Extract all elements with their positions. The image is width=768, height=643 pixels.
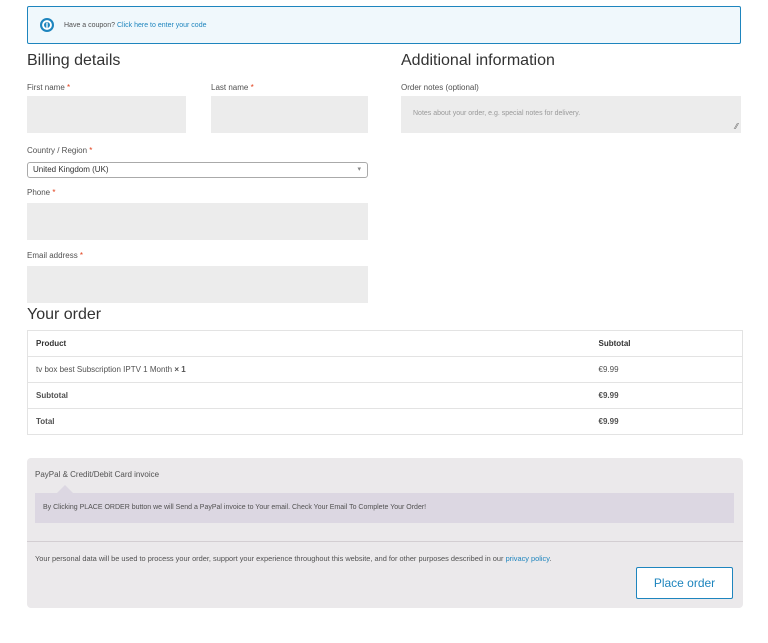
country-select[interactable]: United Kingdom (UK) ▾ [27,162,368,178]
order-notes-field[interactable]: Notes about your order, e.g. special not… [401,96,741,133]
first-name-label: First name * [27,83,71,92]
payment-method-label[interactable]: PayPal & Credit/Debit Card invoice [35,470,159,479]
place-order-button[interactable]: Place order [636,567,733,599]
privacy-text: Your personal data will be used to proce… [35,554,504,563]
coupon-notice: i Have a coupon? Click here to enter you… [27,6,741,44]
phone-label: Phone * [27,188,56,197]
country-label: Country / Region * [27,146,93,155]
payment-description-text: By Clicking PLACE ORDER button we will S… [43,504,427,511]
table-header-row: Product Subtotal [28,331,743,357]
divider [27,541,743,542]
your-order-title: Your order [27,306,102,323]
subtotal-row: Subtotal €9.99 [27,382,743,409]
payment-method-description: By Clicking PLACE ORDER button we will S… [35,485,734,523]
order-notes-label: Order notes (optional) [401,83,479,92]
info-icon: i [40,18,54,32]
product-price: €9.99 [590,356,743,383]
last-name-field[interactable] [211,96,368,133]
product-qty: × 1 [174,365,186,374]
table-row: tv box best Subscription IPTV 1 Month × … [27,356,743,383]
subtotal-header: Subtotal [598,339,631,348]
total-row: Total €9.99 [27,408,743,435]
subtotal-value: €9.99 [590,382,743,409]
payment-section: PayPal & Credit/Debit Card invoice By Cl… [27,458,743,608]
additional-info-title: Additional information [401,52,555,69]
billing-title: Billing details [27,52,121,69]
privacy-end: . [549,554,552,563]
privacy-policy-link[interactable]: privacy policy [506,554,550,563]
coupon-link[interactable]: Click here to enter your code [117,22,207,29]
subtotal-label: Subtotal [27,382,591,409]
total-value: €9.99 [590,408,743,435]
coupon-text: Have a coupon? [64,21,115,29]
product-cell: tv box best Subscription IPTV 1 Month × … [27,356,591,383]
phone-field[interactable] [27,203,368,240]
resize-handle-icon[interactable]: ⁄⁄ [735,122,738,131]
product-header: Product [36,339,67,348]
order-table: Product Subtotal tv box best Subscriptio… [27,330,743,435]
total-label: Total [27,408,591,435]
email-label: Email address * [27,251,84,260]
order-notes-placeholder: Notes about your order, e.g. special not… [413,110,581,117]
chevron-down-icon: ▾ [357,166,361,173]
first-name-field[interactable] [27,96,186,133]
product-name: tv box best Subscription IPTV 1 Month [36,365,173,374]
country-value: United Kingdom (UK) [33,165,109,174]
pointer-arrow [57,485,73,493]
privacy-notice: Your personal data will be used to proce… [35,554,551,563]
last-name-label: Last name * [211,83,254,92]
email-field[interactable] [27,266,368,303]
